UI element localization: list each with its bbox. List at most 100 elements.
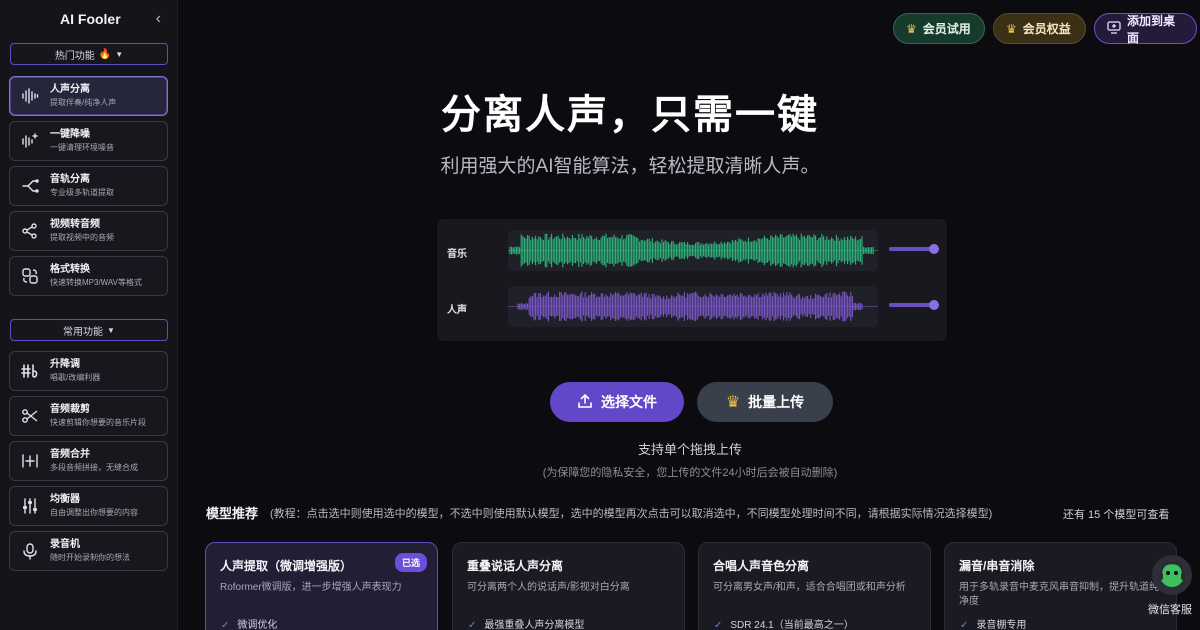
model-card-feature-label: 录音棚专用 — [976, 620, 1027, 630]
sidebar-item-microphone[interactable]: 录音机随时开始录制你的想法 — [9, 531, 168, 571]
sidebar-item-desc: 随时开始录制你的想法 — [50, 553, 130, 562]
sidebar-item-text: 格式转换快速转换MP3/WAV等格式 — [50, 263, 142, 289]
sidebar-item-text: 音频裁剪快速剪辑你想要的音乐片段 — [50, 403, 146, 429]
sidebar-item-text: 一键降噪 一键清理环境噪音 — [50, 128, 114, 154]
sidebar-item-split-track[interactable]: 音轨分离专业级多轨道提取 — [9, 166, 168, 206]
app-title: AI Fooler — [60, 11, 121, 27]
hero-subtitle: 利用强大的AI智能算法，轻松提取清晰人声。 — [440, 156, 820, 177]
model-card[interactable]: 人声提取（微调增强版） Roformer微调版，进一步增强人声表现力 ✓ 微调优化 已选 — [205, 542, 438, 630]
chevron-left-icon[interactable]: ‹ — [156, 10, 161, 28]
model-card-title: 合唱人声音色分离 — [713, 559, 810, 573]
batch-upload-button[interactable]: ♛ 批量上传 — [697, 382, 833, 422]
sidebar-item-label: 均衡器 — [50, 494, 80, 505]
sidebar-item-scissors[interactable]: 音频裁剪快速剪辑你想要的音乐片段 — [9, 396, 168, 436]
check-icon: ✓ — [221, 620, 230, 630]
desktop-add-icon — [1107, 20, 1121, 37]
hot-features-toggle[interactable]: 热门功能 🔥 ▼ — [10, 43, 168, 65]
crown-icon: ♛ — [725, 394, 741, 411]
model-card-feature-label: 最强重叠人声分离模型 — [484, 620, 585, 630]
equalizer-icon — [20, 496, 40, 516]
track-label-vocal: 人声 — [447, 305, 467, 316]
model-card-feature: ✓ 录音棚专用 — [960, 616, 1026, 630]
sidebar-item-share-nodes[interactable]: 视频转音频 提取视频中的音频 — [9, 211, 168, 251]
sidebar-item-text: 音频合并 多段音频拼接，无缝合成 — [50, 448, 138, 474]
common-features-label: 常用功能 — [63, 326, 104, 338]
sidebar-item-label: 升降调 — [50, 359, 80, 370]
support-avatar-icon — [1152, 555, 1192, 595]
split-track-icon — [20, 176, 40, 196]
model-card-feature: ✓ 最强重叠人声分离模型 — [468, 616, 584, 630]
sidebar-item-desc: 一键清理环境噪音 — [50, 143, 114, 152]
model-section-title: 模型推荐 — [206, 506, 259, 521]
sidebar-item-desc: 专业级多轨道提取 — [50, 188, 114, 197]
sidebar-item-text: 音轨分离专业级多轨道提取 — [50, 173, 114, 199]
sidebar-item-label: 视频转音频 — [50, 219, 100, 230]
vip-trial-button[interactable]: ♛ 会员试用 — [893, 13, 985, 44]
sidebar-item-merge[interactable]: 音频合并 多段音频拼接，无缝合成 — [9, 441, 168, 481]
sidebar-item-desc: 唱歌/改编利器 — [50, 373, 101, 382]
sidebar-item-label: 录音机 — [50, 539, 80, 550]
pitch-icon — [20, 361, 40, 381]
fire-icon: 🔥 — [98, 48, 112, 60]
model-card[interactable]: 重叠说话人声分离 可分离两个人的说话声/影视对白分离 ✓ 最强重叠人声分离模型 — [452, 542, 685, 630]
sidebar-item-desc: 快速剪辑你想要的音乐片段 — [50, 418, 146, 427]
more-models-link[interactable]: 还有 15 个模型可查看 — [1063, 506, 1169, 522]
check-icon: ✓ — [960, 620, 969, 630]
model-card-title: 人声提取（微调增强版） — [220, 559, 353, 573]
model-card-feature: ✓ SDR 24.1（当前最高之一） — [714, 616, 854, 630]
hot-features-label: 热门功能 — [54, 50, 95, 62]
merge-icon — [20, 451, 40, 471]
sidebar: AI Fooler ‹ 热门功能 🔥 ▼ 人声分离提取伴奏/纯净人声一键降噪 一键… — [0, 0, 178, 630]
sidebar-item-desc: 快速转换MP3/WAV等格式 — [50, 278, 143, 287]
sidebar-item-label: 音轨分离 — [50, 174, 90, 185]
sidebar-item-label: 人声分离 — [50, 84, 90, 95]
sidebar-header: AI Fooler ‹ — [0, 0, 177, 38]
check-icon: ✓ — [714, 620, 723, 630]
caret-down-icon: ▼ — [107, 325, 115, 335]
sidebar-item-text: 升降调唱歌/改编利器 — [50, 358, 100, 384]
model-card[interactable]: 合唱人声音色分离可分离男女声/和声，适合合唱团或和声分析 ✓ SDR 24.1（当前… — [698, 542, 931, 630]
track-label-music: 音乐 — [447, 249, 467, 260]
model-card-feature-label: 微调优化 — [237, 620, 278, 630]
microphone-icon — [20, 541, 40, 561]
upload-icon — [577, 393, 593, 412]
select-file-button[interactable]: 选择文件 — [550, 382, 684, 422]
model-card-title: 漏音/串音消除 — [959, 559, 1035, 573]
add-to-desktop-button[interactable]: 添加到桌面 — [1094, 13, 1197, 45]
model-card-desc: 用于多轨录音中麦克风串音抑制，提升轨道纯净度 — [959, 582, 1159, 607]
sidebar-item-pitch[interactable]: 升降调唱歌/改编利器 — [9, 351, 168, 391]
vip-trial-label: 会员试用 — [922, 22, 971, 36]
scissors-icon — [20, 406, 40, 426]
select-file-label: 选择文件 — [601, 394, 657, 410]
sidebar-item-waveform[interactable]: 人声分离提取伴奏/纯净人声 — [9, 76, 168, 116]
selected-badge: 已选 — [394, 553, 427, 572]
sidebar-item-desc: 自由调整出你想要的内容 — [50, 508, 138, 517]
sidebar-item-text: 均衡器自由调整出你想要的内容 — [50, 493, 138, 519]
sidebar-item-equalizer[interactable]: 均衡器自由调整出你想要的内容 — [9, 486, 168, 526]
share-nodes-icon — [20, 221, 40, 241]
sidebar-item-text: 视频转音频 提取视频中的音频 — [50, 218, 114, 244]
waveform-icon — [20, 86, 40, 106]
sidebar-item-desc: 提取伴奏/纯净人声 — [50, 98, 117, 107]
convert-icon — [20, 266, 40, 286]
music-volume-knob[interactable] — [929, 244, 939, 254]
sidebar-item-label: 音频裁剪 — [50, 404, 90, 415]
sidebar-item-denoise[interactable]: 一键降噪 一键清理环境噪音 — [9, 121, 168, 161]
caret-down-icon: ▼ — [115, 49, 124, 59]
sidebar-item-convert[interactable]: 格式转换快速转换MP3/WAV等格式 — [9, 256, 168, 296]
model-card-title: 重叠说话人声分离 — [467, 559, 564, 573]
crown-icon: ♛ — [1006, 21, 1017, 36]
model-tutorial-tip: (教程：点击选中则使用选中的模型，不选中则使用默认模型，选中的模型再次点击可以取… — [270, 508, 993, 520]
crown-icon: ♛ — [906, 21, 917, 36]
wechat-support-widget[interactable]: 微信客服 — [1146, 555, 1198, 625]
model-card-desc: 可分离男女声/和声，适合合唱团或和声分析 — [713, 582, 906, 593]
sidebar-item-label: 格式转换 — [50, 264, 90, 275]
model-card-feature: ✓ 微调优化 — [221, 616, 277, 630]
music-waveform — [508, 230, 878, 271]
vip-rights-button[interactable]: ♛ 会员权益 — [993, 13, 1086, 44]
common-features-toggle[interactable]: 常用功能 ▼ — [10, 319, 168, 341]
sidebar-item-label: 音频合并 — [50, 449, 90, 460]
sidebar-item-text: 人声分离提取伴奏/纯净人声 — [50, 83, 116, 109]
vocal-waveform — [508, 286, 878, 327]
vocal-volume-knob[interactable] — [929, 300, 939, 310]
